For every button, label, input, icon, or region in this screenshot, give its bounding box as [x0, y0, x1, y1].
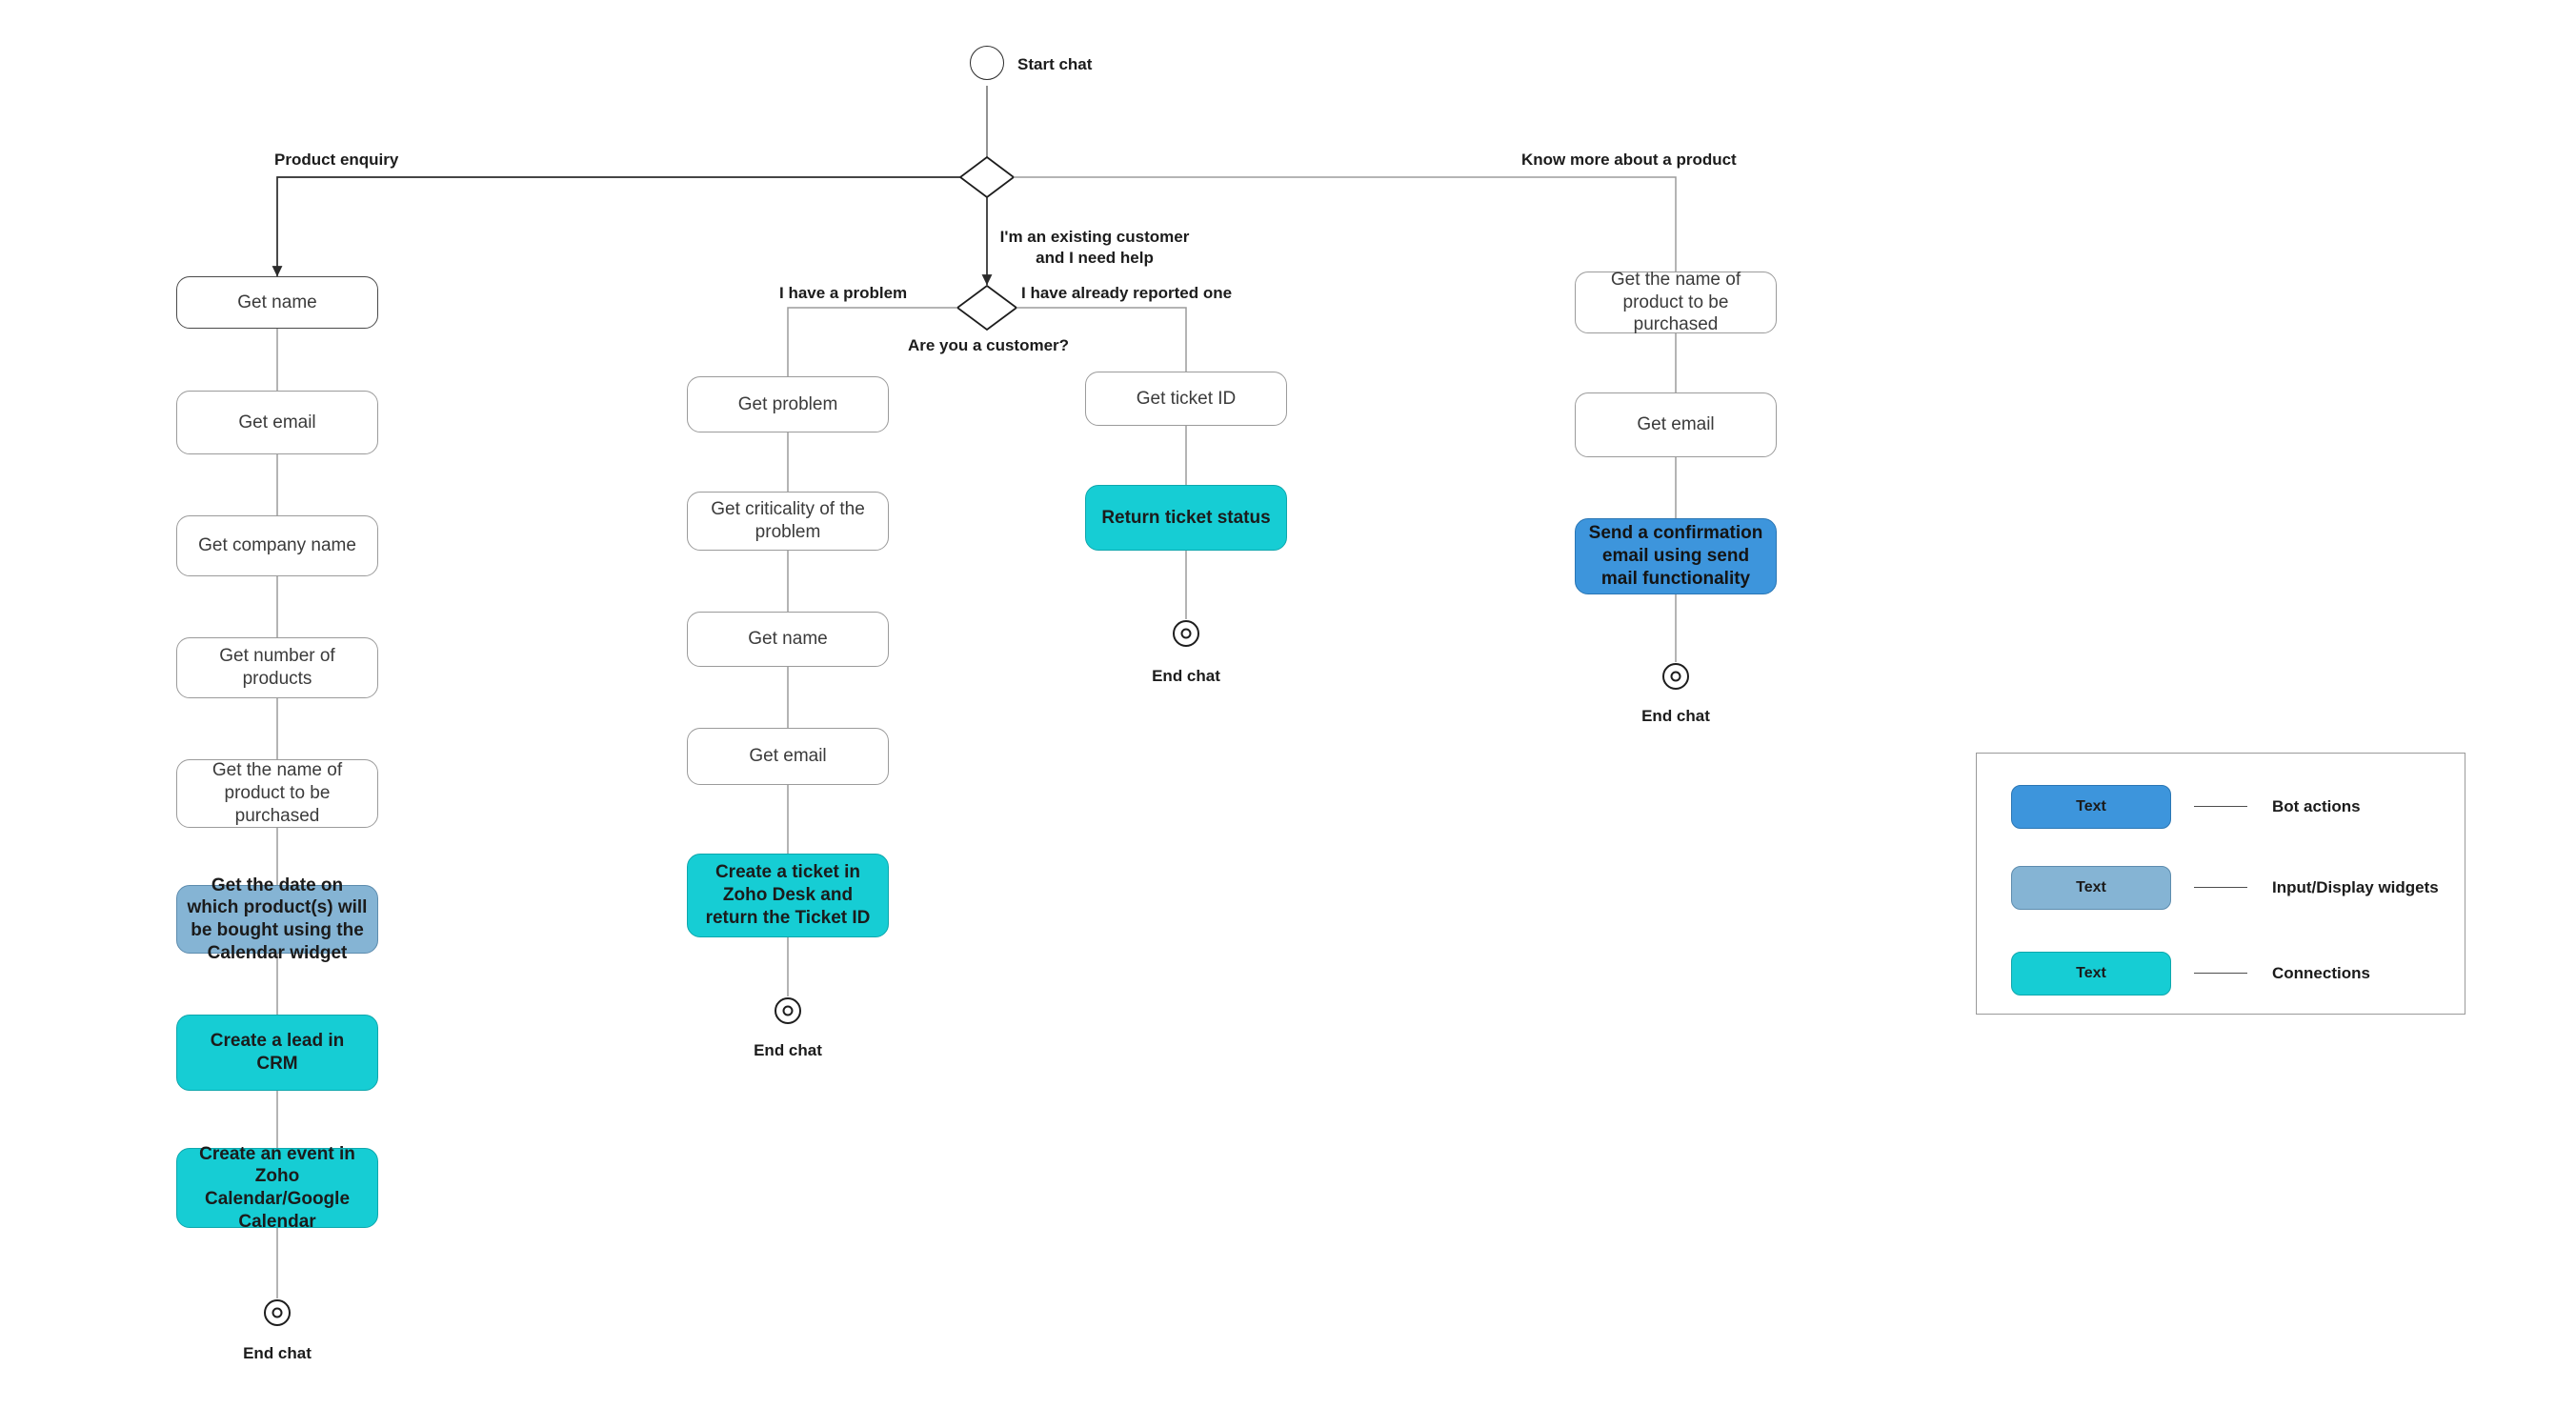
legend-swatch-input-widgets: Text [2011, 866, 2171, 910]
node-get-date-calendar-widget[interactable]: Get the date on which product(s) will be… [176, 875, 378, 963]
edge-label-know-more: Know more about a product [1521, 151, 1737, 169]
legend-swatch-connections: Text [2011, 952, 2171, 996]
legend-dash-bot-actions [2194, 806, 2247, 807]
end-node-label-problem: End chat [754, 1041, 822, 1059]
edge-label-product-enquiry: Product enquiry [274, 151, 399, 169]
node-get-name-problem[interactable]: Get name [687, 612, 889, 667]
node-return-ticket-status[interactable]: Return ticket status [1085, 485, 1287, 551]
start-node-circle [970, 46, 1004, 80]
legend-dash-input-widgets [2194, 887, 2247, 888]
node-send-confirmation-email[interactable]: Send a confirmation email using send mai… [1575, 518, 1777, 594]
node-create-event-calendar[interactable]: Create an event in Zoho Calendar/Google … [176, 1144, 378, 1232]
node-get-email-right[interactable]: Get email [1575, 392, 1777, 457]
start-node-label: Start chat [1017, 55, 1093, 73]
node-get-email-problem[interactable]: Get email [687, 728, 889, 785]
legend-swatch-bot-actions: Text [2011, 785, 2171, 829]
node-get-company-name[interactable]: Get company name [176, 515, 378, 576]
edge-label-have-problem: I have a problem [779, 284, 908, 302]
node-get-problem[interactable]: Get problem [687, 376, 889, 432]
node-get-criticality[interactable]: Get criticality of the problem [687, 492, 889, 551]
decision-label-are-you-customer: Are you a customer? [907, 336, 1070, 354]
node-get-product-name-left[interactable]: Get the name of product to be purchased [176, 759, 378, 828]
legend-row-connections: Text Connections [1977, 952, 2465, 996]
end-node-circle-ticket [1173, 620, 1199, 647]
connector-lines [272, 86, 1677, 1298]
flowchart-canvas: Start chat Product enquiry I'm an existi… [0, 0, 2576, 1408]
node-get-number-of-products[interactable]: Get number of products [176, 637, 378, 698]
end-node-label-left: End chat [243, 1344, 312, 1362]
node-get-name-left[interactable]: Get name [176, 276, 378, 329]
legend-row-bot-actions: Text Bot actions [1977, 785, 2465, 829]
edge-label-existing-customer: I'm an existing customer and I need help [999, 228, 1190, 268]
node-create-ticket-zoho-desk[interactable]: Create a ticket in Zoho Desk and return … [687, 854, 889, 937]
legend-dash-connections [2194, 973, 2247, 974]
end-node-label-ticket: End chat [1152, 667, 1220, 685]
end-node-circle-left [264, 1299, 291, 1326]
end-node-circle-problem [775, 997, 801, 1024]
legend-panel: Text Bot actions Text Input/Display widg… [1976, 753, 2465, 1015]
node-get-ticket-id[interactable]: Get ticket ID [1085, 372, 1287, 426]
edge-label-already-reported: I have already reported one [1021, 284, 1233, 302]
end-node-label-right: End chat [1641, 707, 1710, 725]
node-get-product-name-right[interactable]: Get the name of product to be purchased [1575, 270, 1777, 334]
legend-label-bot-actions: Bot actions [2272, 797, 2361, 815]
legend-label-input-widgets: Input/Display widgets [2272, 878, 2439, 896]
node-get-email-left[interactable]: Get email [176, 391, 378, 454]
legend-label-connections: Connections [2272, 964, 2370, 982]
node-create-lead-crm[interactable]: Create a lead in CRM [176, 1015, 378, 1091]
end-node-circle-right [1662, 663, 1689, 690]
legend-row-input-widgets: Text Input/Display widgets [1977, 866, 2465, 910]
